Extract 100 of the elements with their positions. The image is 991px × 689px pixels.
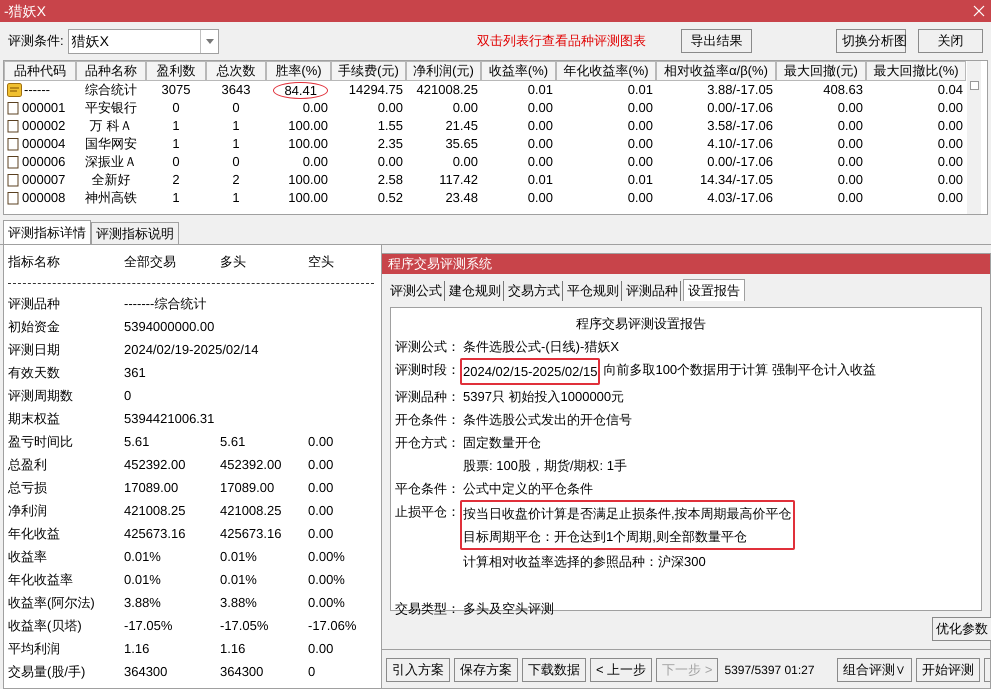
report-value: 2024/02/15-2025/02/15 xyxy=(463,363,598,381)
table-cell-text: 0.00 xyxy=(938,171,963,190)
table-cell-text: 1 xyxy=(232,117,240,136)
table-row[interactable]: ------ 综合统计 3075 3643 84.41 14294.75 421008.25 0.01 0.01 3.88/-17.05 408.63 0.04 xyxy=(4,81,966,99)
metric-value: 0.00 xyxy=(308,432,334,451)
table-row[interactable]: 000008 神州高铁 1 1 100.00 0.52 23.48 0.00 0.00 4.03/-17.06 0.00 0.00 xyxy=(4,189,966,207)
metric-value: 0.00% xyxy=(308,594,346,612)
step-button[interactable]: < 上一步 xyxy=(590,658,652,682)
eval-button[interactable]: 开始评测 xyxy=(916,658,980,682)
metric-name: 有效天数 xyxy=(8,364,61,382)
button[interactable] xyxy=(984,658,990,682)
table-cell: 84.41 xyxy=(273,82,328,98)
metric-value: 17089.00 xyxy=(220,478,276,497)
switch-chart-button[interactable]: 切换分析图 xyxy=(836,29,906,53)
step-button[interactable]: 下载数据 xyxy=(522,658,586,682)
column-header[interactable]: 胜率(%) xyxy=(266,61,331,81)
eval-button[interactable]: 组合评测∨ xyxy=(837,658,912,682)
report-label: 评测品种： xyxy=(395,389,460,404)
condition-dropdown[interactable]: 猎妖X xyxy=(68,28,219,54)
table-cell-text: 0.00 xyxy=(302,99,328,118)
metric-name: 交易量(股/手) xyxy=(8,662,86,681)
metric-value: 0 xyxy=(124,386,132,405)
report-value: 5397只 初始投入1000000元 xyxy=(463,388,624,406)
table-cell-text: 4.03/-17.06 xyxy=(707,189,773,208)
table-cell-text: 0.00 xyxy=(838,135,863,154)
table-cell-text: 000008 xyxy=(22,189,66,208)
metric-value: 3.88% xyxy=(124,594,162,612)
tab[interactable]: 建仓规则 xyxy=(447,281,504,301)
table-cell-text: 14294.75 xyxy=(348,81,403,100)
table-cell-text: 0.00 xyxy=(528,99,553,118)
report-label: 开仓条件： xyxy=(395,412,460,427)
table-cell-text: 0.52 xyxy=(378,189,403,208)
tab[interactable]: 设置报告 xyxy=(683,279,745,301)
report-value: 计算相对收益率选择的参照品种：沪深300 xyxy=(463,553,706,571)
table-cell-text: 0 xyxy=(232,153,240,172)
report-label: 开仓方式： xyxy=(395,435,460,450)
column-header[interactable]: 最大回撤(元) xyxy=(776,61,866,81)
close-button[interactable]: 关闭 xyxy=(918,29,983,53)
export-button[interactable]: 导出结果 xyxy=(681,29,752,53)
metric-value: 0.00% xyxy=(308,570,346,589)
column-header[interactable]: 年化收益率(%) xyxy=(556,61,656,81)
tab[interactable]: 评测指标说明 xyxy=(91,222,179,244)
table-row[interactable]: 000007 全新好 2 2 100.00 2.58 117.42 0.01 0.01 14.34/-17.05 0.00 0.00 xyxy=(4,171,966,189)
table-row[interactable]: 000001 平安银行 0 0 0.00 0.00 0.00 0.00 0.00 0.00/-17.06 0.00 0.00 xyxy=(4,99,966,117)
metric-value: 17089.00 xyxy=(124,478,180,497)
table-cell-text: 000001 xyxy=(22,99,66,118)
metric-value: 0.00 xyxy=(308,524,334,543)
metric-value: -17.05% xyxy=(220,616,270,635)
column-header[interactable]: 品种代码 xyxy=(4,61,76,81)
table-cell-text: 3075 xyxy=(162,81,190,100)
column-header[interactable]: 品种名称 xyxy=(76,61,146,81)
metric-name: 年化收益 xyxy=(8,524,61,543)
window-title: -猎妖X xyxy=(4,2,46,20)
tab[interactable]: 交易方式 xyxy=(506,281,563,301)
report-value: 向前多取100个数据用于计算 强制平仓计入收益 xyxy=(603,361,876,379)
table-cell-text: 0.00 xyxy=(452,99,478,118)
table-cell-text: 0.00/-17.06 xyxy=(707,153,773,172)
optimize-button[interactable]: 优化参数 xyxy=(932,617,991,641)
metric-name: 收益率(阿尔法) xyxy=(8,594,96,612)
report-label: 评测公式： xyxy=(395,339,460,354)
table-cell-text: 0.00 xyxy=(938,99,963,118)
column-header[interactable]: 最大回撤比(%) xyxy=(866,61,966,81)
table-cell-text: 0.00 xyxy=(938,117,963,136)
table-cell-text: 0.00 xyxy=(528,153,553,172)
column-header[interactable]: 手续费(元) xyxy=(331,61,406,81)
table-cell-text: 0.01 xyxy=(628,81,653,100)
metric-value: 2024/02/19-2025/02/14 xyxy=(124,340,258,359)
table-row[interactable]: 000002 万 科Ａ 1 1 100.00 1.55 21.45 0.00 0.00 3.58/-17.06 0.00 0.00 xyxy=(4,117,966,135)
tab[interactable]: 评测公式 xyxy=(388,281,445,301)
tab[interactable]: 评测品种 xyxy=(624,281,681,301)
metric-name: 评测周期数 xyxy=(8,386,74,405)
metric-value: 1.16 xyxy=(124,640,150,658)
column-header[interactable]: 总次数 xyxy=(206,61,266,81)
metric-value: 0.00% xyxy=(308,548,346,566)
column-header[interactable]: 盈利数 xyxy=(146,61,206,81)
close-icon[interactable] xyxy=(973,5,985,17)
metric-value: 0.01% xyxy=(124,548,162,566)
column-header[interactable]: 净利润(元) xyxy=(406,61,481,81)
metric-value: 5394421006.31 xyxy=(124,410,214,428)
table-cell-text: 3643 xyxy=(222,81,250,100)
table-cell-text: 1.55 xyxy=(378,117,403,136)
table-row[interactable]: 000004 国华网安 1 1 100.00 2.35 35.65 0.00 0.00 4.10/-17.06 0.00 0.00 xyxy=(4,135,966,153)
tab[interactable]: 评测指标详情 xyxy=(3,220,91,244)
tab[interactable]: 平仓规则 xyxy=(565,281,622,301)
report-value: 按当日收盘价计算是否满足止损条件,按本周期最高价平仓 xyxy=(463,505,792,523)
table-cell-text: 408.63 xyxy=(823,81,863,100)
metric-value: 452392.00 xyxy=(124,456,186,474)
metric-value: 0.00 xyxy=(308,456,334,474)
column-header[interactable]: 相对收益率α/β(%) xyxy=(656,61,776,81)
table-cell-text: 4.10/-17.06 xyxy=(707,135,773,154)
scrollbar[interactable] xyxy=(967,61,981,214)
table-cell-text: 0.00 xyxy=(838,153,863,172)
step-button[interactable]: 保存方案 xyxy=(454,658,518,682)
summary-icon xyxy=(7,83,22,97)
table-cell-text: 国华网安 xyxy=(85,135,137,154)
table-cell-text: 0.00 xyxy=(378,153,403,172)
column-header[interactable]: 收益率(%) xyxy=(481,61,556,81)
table-cell-text: 0.00 xyxy=(938,153,963,172)
table-row[interactable]: 000006 深振业Ａ 0 0 0.00 0.00 0.00 0.00 0.00 0.00/-17.06 0.00 0.00 xyxy=(4,153,966,171)
step-button[interactable]: 引入方案 xyxy=(386,658,450,682)
